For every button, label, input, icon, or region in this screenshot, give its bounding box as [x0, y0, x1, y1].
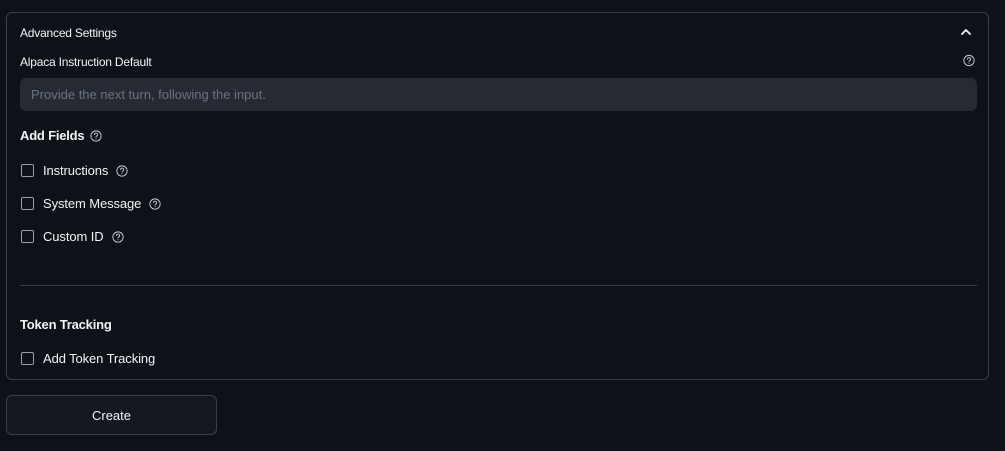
help-circle-icon[interactable] [116, 164, 128, 177]
add-token-tracking-label: Add Token Tracking [43, 351, 156, 366]
token-tracking-title: Token Tracking [20, 317, 112, 332]
advanced-settings-title: Advanced Settings [20, 26, 117, 40]
add-fields-title: Add Fields [20, 128, 85, 143]
system-message-label: System Message [43, 196, 142, 211]
add-token-tracking-checkbox[interactable] [21, 352, 34, 365]
create-button[interactable]: Create [6, 395, 217, 435]
system-message-checkbox[interactable] [21, 197, 34, 210]
advanced-settings-panel: Advanced Settings Alpaca Instruction Def… [6, 12, 989, 380]
alpaca-instruction-input[interactable] [20, 78, 977, 111]
custom-id-option[interactable]: Custom ID [21, 229, 124, 244]
help-circle-icon[interactable] [90, 129, 103, 142]
add-fields-heading: Add Fields [20, 128, 103, 143]
help-circle-icon[interactable] [149, 197, 161, 210]
collapse-toggle[interactable] [958, 23, 974, 39]
custom-id-checkbox[interactable] [21, 230, 34, 243]
instructions-label: Instructions [43, 163, 109, 178]
instructions-option[interactable]: Instructions [21, 163, 128, 178]
chevron-up-icon [961, 28, 971, 35]
help-circle-icon[interactable] [963, 54, 975, 66]
alpaca-instruction-label: Alpaca Instruction Default [20, 55, 152, 69]
help-circle-icon[interactable] [111, 230, 124, 243]
section-divider [20, 285, 977, 286]
token-tracking-heading: Token Tracking [20, 317, 112, 332]
add-token-tracking-option[interactable]: Add Token Tracking [21, 351, 155, 366]
instructions-checkbox[interactable] [21, 164, 34, 177]
custom-id-label: Custom ID [43, 229, 104, 244]
system-message-option[interactable]: System Message [21, 196, 161, 211]
